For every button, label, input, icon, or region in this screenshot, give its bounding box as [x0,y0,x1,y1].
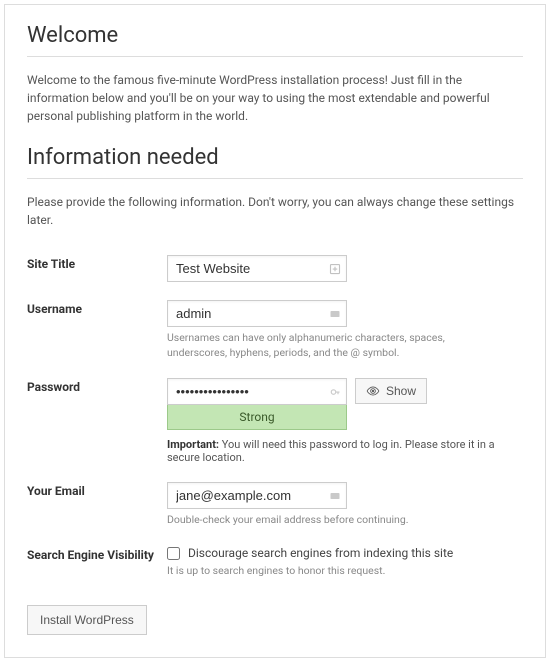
password-label: Password [27,370,167,474]
autofill-icon [329,263,341,275]
install-wordpress-button[interactable]: Install WordPress [27,605,147,635]
autofill-icon [329,308,341,320]
show-password-button[interactable]: Show [355,378,427,404]
welcome-intro: Welcome to the famous five-minute WordPr… [27,71,523,125]
password-important: Important: You will need this password t… [167,438,523,464]
autofill-icon [329,490,341,502]
email-hint: Double-check your email address before c… [167,513,507,528]
show-password-label: Show [386,384,416,398]
username-hint: Usernames can have only alphanumeric cha… [167,331,507,360]
site-title-label: Site Title [27,247,167,292]
password-strength: Strong [167,405,347,430]
site-title-input[interactable] [167,255,347,282]
username-label: Username [27,292,167,370]
welcome-heading: Welcome [27,23,523,48]
info-desc: Please provide the following information… [27,193,523,229]
install-panel: Welcome Welcome to the famous five-minut… [4,4,546,658]
divider [27,178,523,179]
username-input[interactable] [167,300,347,327]
search-visibility-checkbox[interactable] [167,547,180,560]
search-visibility-label: Search Engine Visibility [27,538,167,589]
key-icon [329,386,341,398]
info-needed-heading: Information needed [27,145,523,170]
divider [27,56,523,57]
search-checkbox-row[interactable]: Discourage search engines from indexing … [167,546,523,560]
email-label: Your Email [27,474,167,538]
search-checkbox-label: Discourage search engines from indexing … [188,546,453,560]
password-input[interactable] [167,378,347,405]
important-label: Important: [167,438,219,451]
eye-icon [366,384,380,398]
search-hint: It is up to search engines to honor this… [167,564,507,579]
form-table: Site Title Username Usernames can have o… [27,247,523,589]
email-input[interactable] [167,482,347,509]
